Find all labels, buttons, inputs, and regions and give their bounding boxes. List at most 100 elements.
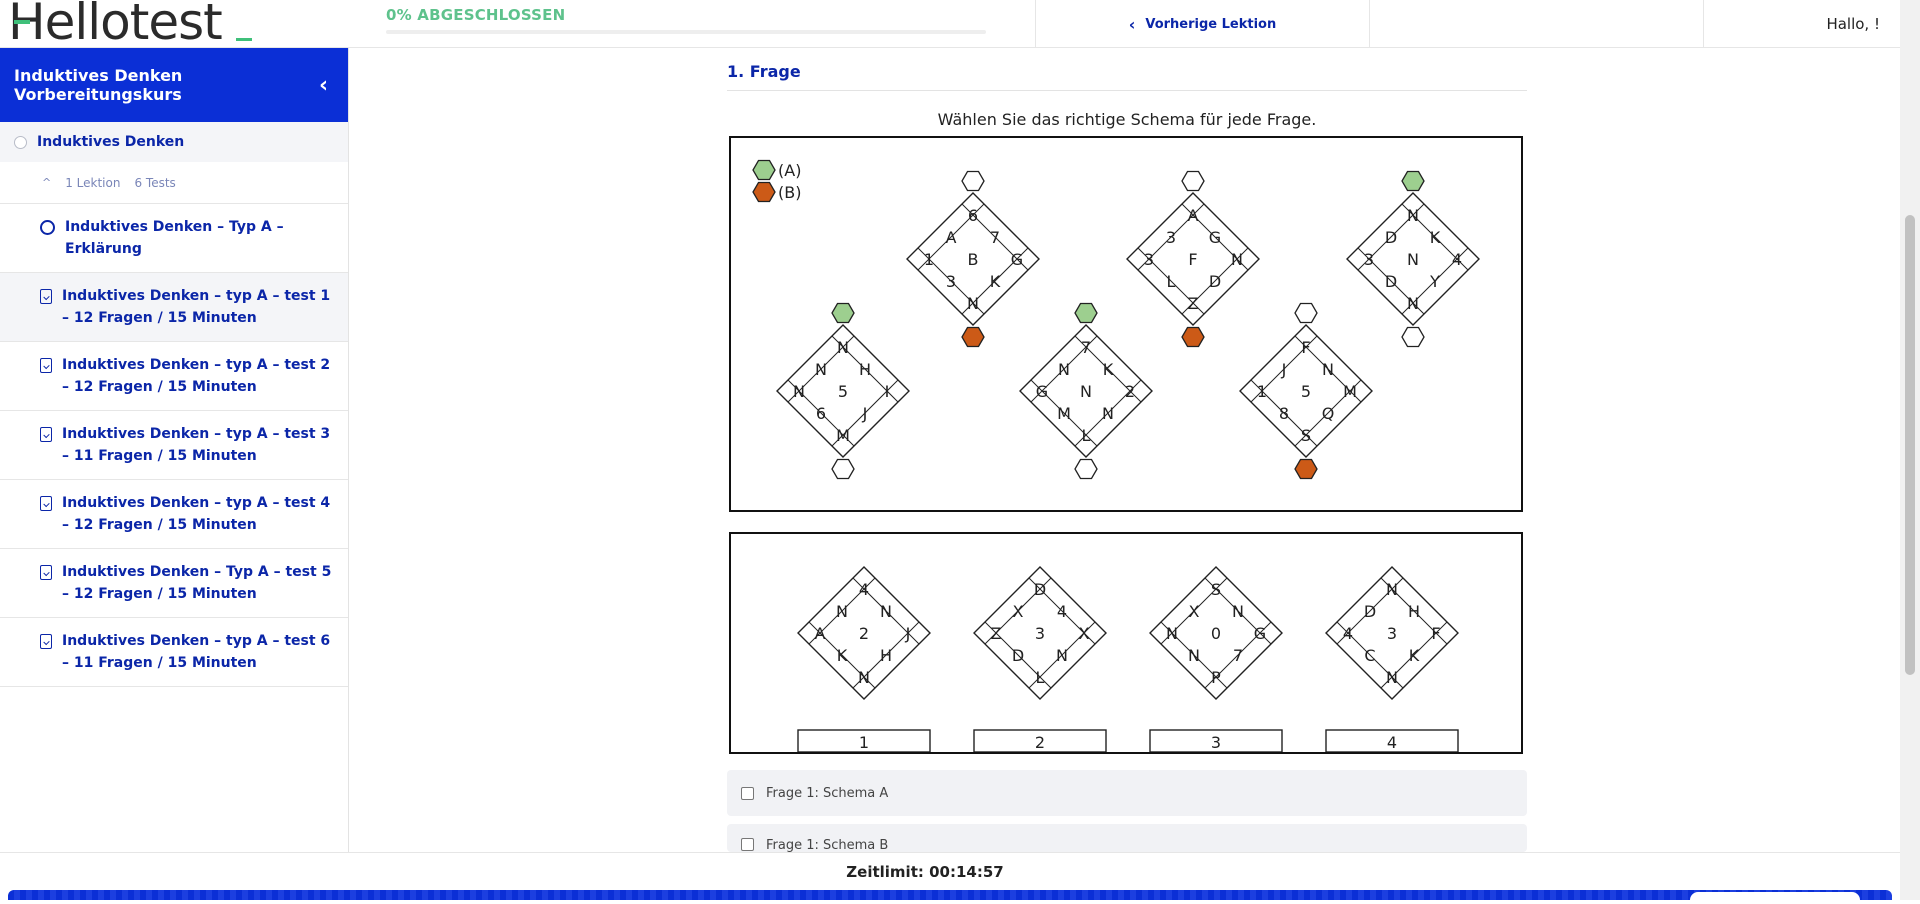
diamond-cell: N <box>880 602 892 621</box>
diamond-cell: N <box>1102 404 1114 423</box>
test-icon <box>40 634 52 649</box>
answer-figure: 4NNA2JKHN1DX4Z3XDNL2SXNN0GN7P3NDH43FCKN4 <box>729 532 1523 754</box>
diamond-cell: J <box>905 624 911 643</box>
diamond-cell: N <box>837 338 849 357</box>
test-icon <box>40 427 52 442</box>
schema-b-checkbox[interactable] <box>741 838 754 851</box>
question-instruction: Wählen Sie das richtige Schema für jede … <box>937 110 1317 129</box>
lesson-count: 1 Lektion <box>65 175 121 190</box>
diamond-cell: 7 <box>1233 646 1243 665</box>
diamond-cell: M <box>1343 382 1357 401</box>
answer-number: 4 <box>1387 733 1397 752</box>
diamond-cell: F <box>1431 624 1440 643</box>
top-hexagon <box>961 170 985 192</box>
diamond-cell: G <box>1036 382 1048 401</box>
section-meta[interactable]: ^ 1 Lektion 6 Tests <box>0 162 348 204</box>
sidebar-item-label: Induktives Denken – typ A – test 6 – 11 … <box>62 633 331 671</box>
diamond-cell: 4 <box>1057 602 1067 621</box>
test-icon <box>40 496 52 511</box>
diamond-cell: 4 <box>1452 250 1462 269</box>
diamond-cell: L <box>1167 272 1176 291</box>
diamond-cell: 1 <box>1257 382 1267 401</box>
diamond-cell: N <box>1407 294 1419 313</box>
submit-button[interactable] <box>1690 892 1860 904</box>
diamond-cell: Z <box>1188 294 1199 313</box>
diamond-cell: P <box>1211 668 1221 687</box>
diamond-cell: H <box>1408 602 1420 621</box>
diamond-cell: M <box>1057 404 1071 423</box>
scrollbar-thumb[interactable] <box>1905 215 1915 675</box>
diamond-cell: 3 <box>1364 250 1374 269</box>
test-icon <box>40 358 52 373</box>
diamond-cell: C <box>1364 646 1375 665</box>
diamond-cell: K <box>1430 228 1441 247</box>
diamond-cell: A <box>946 228 957 247</box>
logo-text: Hellotest <box>8 0 223 51</box>
user-greeting[interactable]: Hallo, ! <box>1703 0 1900 48</box>
collapse-sidebar-icon[interactable]: ‹ <box>313 73 334 98</box>
legend-hexagon <box>752 181 776 203</box>
legend-hexagon <box>752 159 776 181</box>
section-header[interactable]: Induktives Denken <box>0 122 348 162</box>
course-progress: 0% ABGESCHLOSSEN <box>386 6 986 34</box>
diamond-cell: 5 <box>1301 382 1311 401</box>
diamond-cell: X <box>1189 602 1200 621</box>
diamond-cell: 3 <box>1144 250 1154 269</box>
diamond-cell: I <box>885 382 890 401</box>
sidebar-item-test-2[interactable]: Induktives Denken – typ A – test 2 – 12 … <box>0 342 348 411</box>
schema-a-checkbox[interactable] <box>741 786 754 800</box>
diamond-cell: Z <box>991 624 1002 643</box>
previous-lesson-button[interactable]: ‹ Vorherige Lektion <box>1035 0 1369 48</box>
diamond-cell: A <box>1188 206 1199 225</box>
top-hexagon <box>1074 302 1098 324</box>
diamond-cell: J <box>1281 360 1287 379</box>
top-hexagon <box>831 302 855 324</box>
option-schema-b[interactable]: Frage 1: Schema B <box>727 824 1527 852</box>
diamond-cell: N <box>1188 646 1200 665</box>
diamond-cell: S <box>1211 580 1221 599</box>
diamond-cell: 6 <box>968 206 978 225</box>
bottom-hexagon <box>1074 458 1098 480</box>
example-diamond: 6A 7 1 B G 3 KN <box>906 192 1040 326</box>
diamond-cell: N <box>1056 646 1068 665</box>
diamond-cell: N <box>836 602 848 621</box>
diamond-cell: 2 <box>859 624 869 643</box>
diamond-cell: D <box>1034 580 1046 599</box>
sidebar-item-label: Induktives Denken – typ A – test 4 – 12 … <box>62 495 331 533</box>
sidebar-item-label: Induktives Denken – typ A – test 3 – 11 … <box>62 426 331 464</box>
diamond-cell: 3 <box>1387 624 1397 643</box>
diamond-cell: F <box>1301 338 1310 357</box>
sidebar-item-explanation[interactable]: Induktives Denken – Typ A – Erklärung <box>0 204 348 273</box>
sidebar-item-test-4[interactable]: Induktives Denken – typ A – test 4 – 12 … <box>0 480 348 549</box>
diamond-cell: N <box>1166 624 1178 643</box>
diamond-cell: 2 <box>1125 382 1135 401</box>
logo-underscore <box>236 38 252 41</box>
sidebar-item-test-1[interactable]: Induktives Denken – typ A – test 1 – 12 … <box>0 273 348 342</box>
sidebar-item-label: Induktives Denken – Typ A – test 5 – 12 … <box>62 564 332 602</box>
progress-label: 0% ABGESCHLOSSEN <box>386 6 566 24</box>
diamond-cell: K <box>837 646 848 665</box>
sidebar-item-test-6[interactable]: Induktives Denken – typ A – test 6 – 11 … <box>0 618 348 687</box>
chevron-left-icon: ‹ <box>1128 14 1136 34</box>
diamond-cell: N <box>1058 360 1070 379</box>
logo-accent <box>14 20 30 24</box>
diamond-cell: A <box>815 624 826 643</box>
sidebar-item-test-3[interactable]: Induktives Denken – typ A – test 3 – 11 … <box>0 411 348 480</box>
course-title: Induktives Denken Vorbereitungskurs <box>14 66 183 104</box>
sidebar-item-label: Induktives Denken – Typ A – Erklärung <box>65 219 284 257</box>
sidebar-item-test-5[interactable]: Induktives Denken – Typ A – test 5 – 12 … <box>0 549 348 618</box>
option-label: Frage 1: Schema B <box>766 838 889 852</box>
example-diamond: FJ N 1 5 M 8 QS <box>1239 324 1373 458</box>
course-sidebar: Induktives Denken Vorbereitungskurs ‹ In… <box>0 48 349 852</box>
question-title: 1. Frage <box>727 62 801 81</box>
timer-bar: Zeitlimit: 00:14:57 <box>0 852 1900 890</box>
answer-number: 3 <box>1211 733 1221 752</box>
answer-number: 1 <box>859 733 869 752</box>
diamond-cell: K <box>1409 646 1420 665</box>
test-icon <box>40 565 52 580</box>
option-schema-a[interactable]: Frage 1: Schema A <box>727 770 1527 816</box>
diamond-cell: N <box>1322 360 1334 379</box>
logo[interactable]: Hellotest <box>8 0 252 51</box>
example-diagrams: (A)(B)6A 71 B G3 KNA3 G3 F NL DZND K3 N 4D YNNN HN 5 I6… <box>752 159 1480 480</box>
diamond-cell: K <box>1103 360 1114 379</box>
